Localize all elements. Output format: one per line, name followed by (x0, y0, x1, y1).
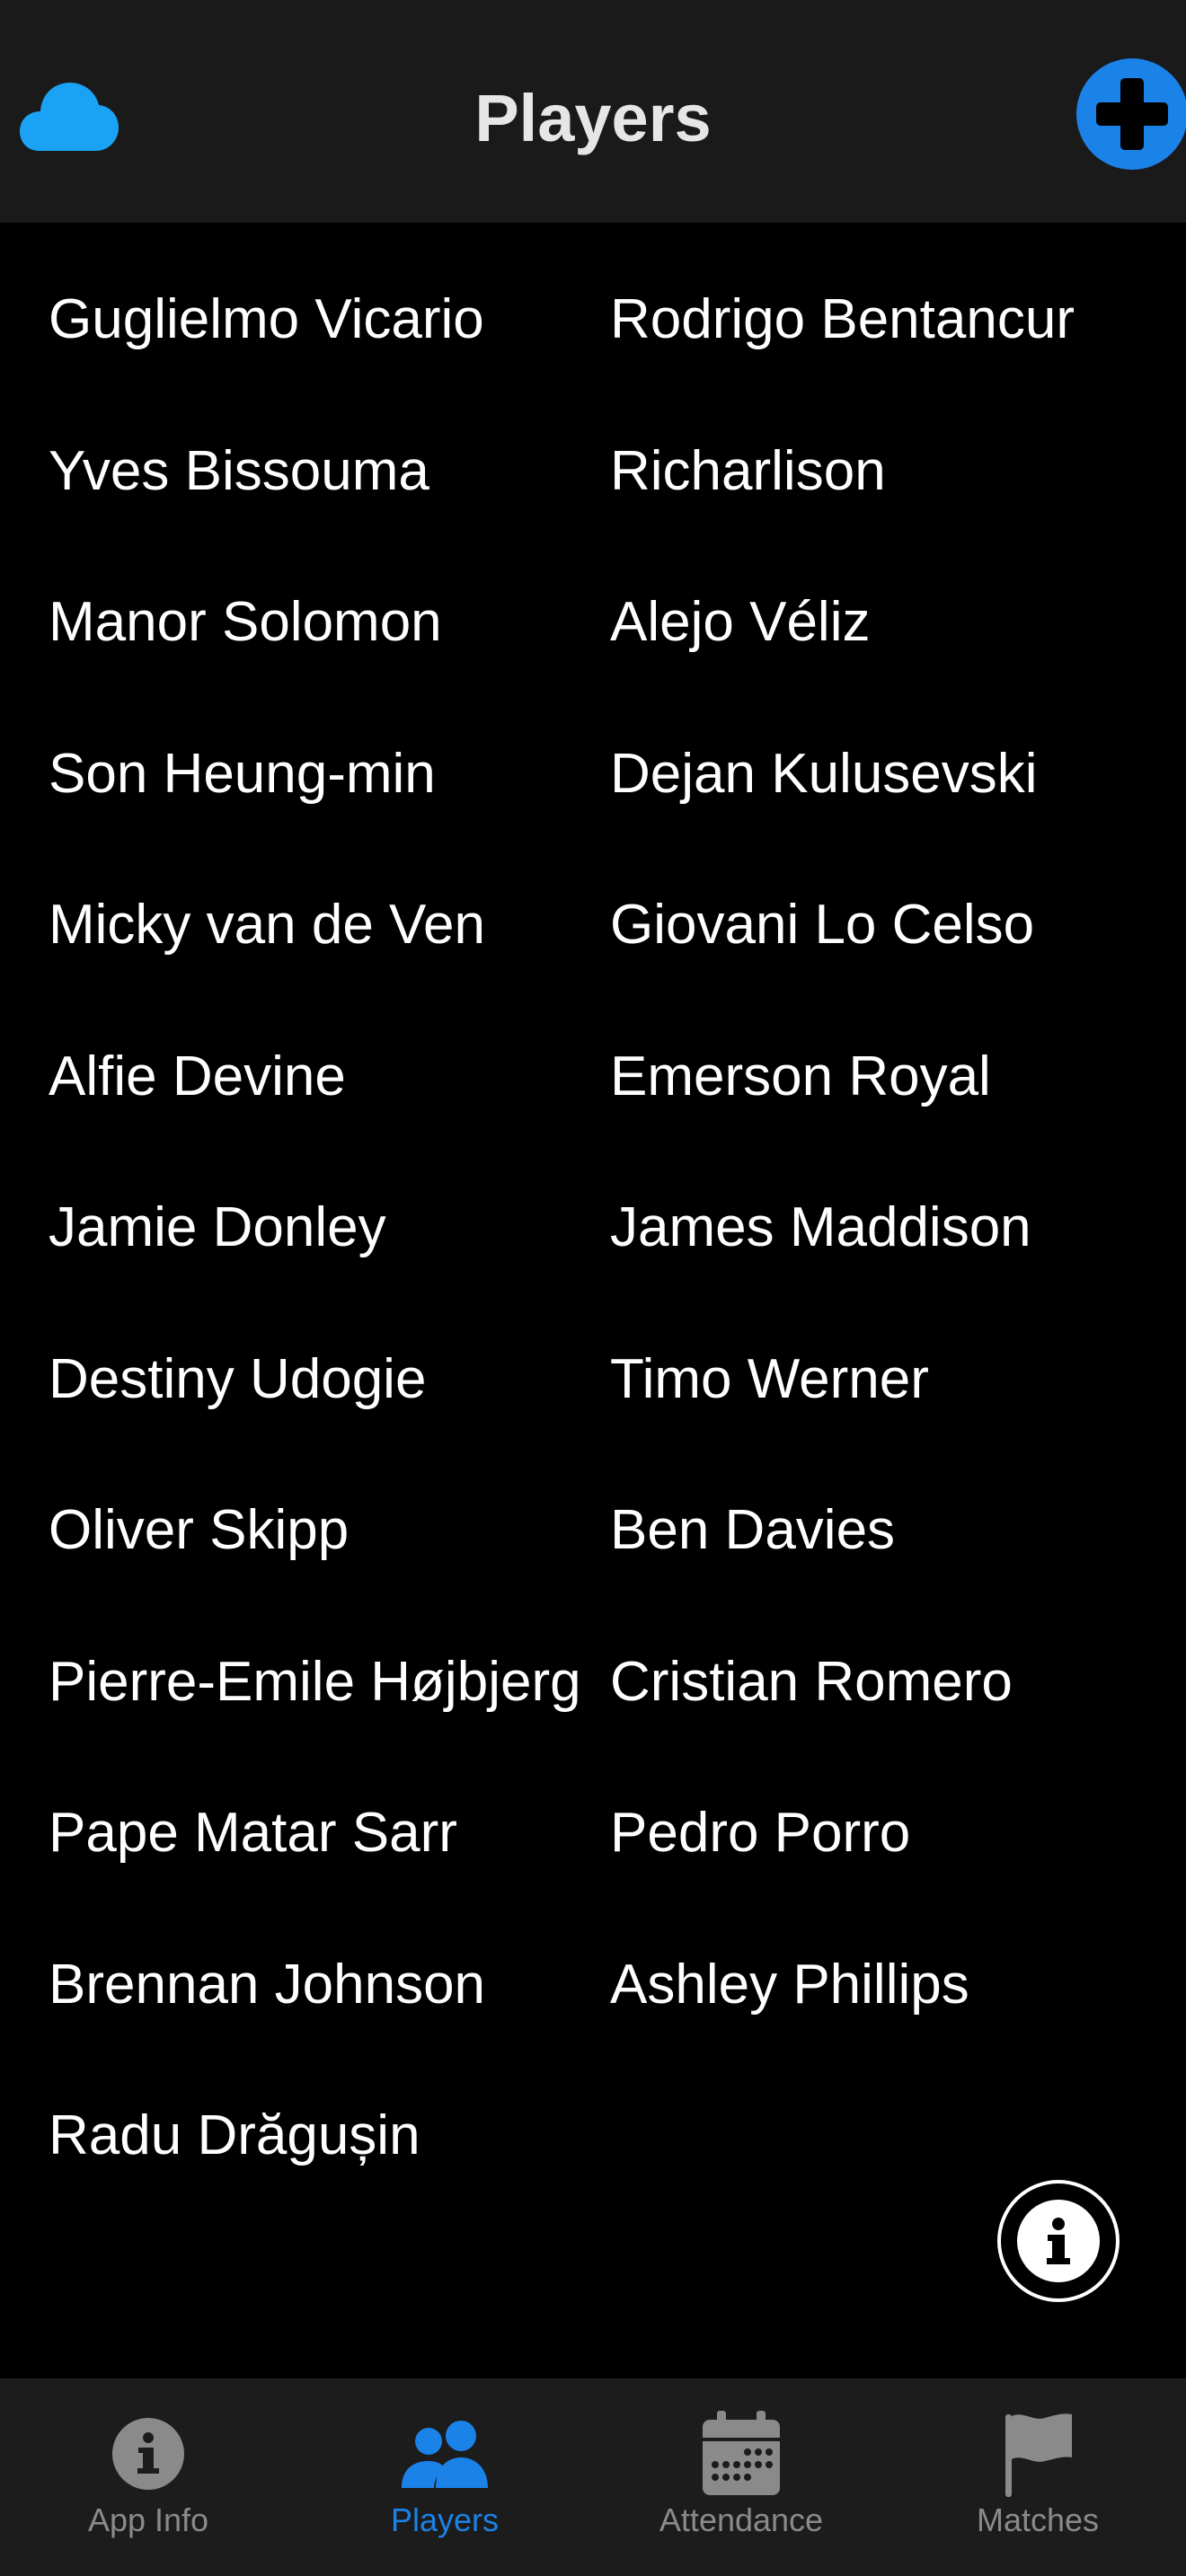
player-item[interactable]: Pedro Porro (610, 1783, 1149, 1935)
tab-label: Matches (976, 2501, 1100, 2538)
player-item[interactable]: Micky van de Ven (49, 875, 610, 1027)
player-item[interactable]: Guglielmo Vicario (49, 269, 610, 421)
player-item[interactable]: Oliver Skipp (49, 1480, 610, 1632)
flag-icon (890, 2409, 1186, 2499)
plus-circle-icon (1076, 58, 1186, 170)
calendar-icon (593, 2409, 890, 2499)
players-list: Guglielmo Vicario Rodrigo Bentancur Yves… (49, 269, 1163, 2237)
player-item[interactable]: Yves Bissouma (49, 421, 610, 573)
page-title: Players (474, 81, 712, 155)
player-item[interactable]: Timo Werner (610, 1329, 1149, 1481)
top-app-bar: Players (0, 0, 1186, 223)
tab-app-info[interactable]: App Info (0, 2378, 296, 2576)
info-floating-button[interactable] (996, 2174, 1121, 2308)
player-item[interactable]: Destiny Udogie (49, 1329, 610, 1481)
player-item[interactable]: Brennan Johnson (49, 1935, 610, 2086)
player-item[interactable]: Pierre-Emile Højbjerg (49, 1632, 610, 1784)
info-circle-icon (997, 2180, 1120, 2302)
tab-matches[interactable]: Matches (890, 2378, 1186, 2576)
player-item[interactable]: Richarlison (610, 421, 1149, 573)
tab-label: Attendance (659, 2501, 824, 2538)
tab-attendance[interactable]: Attendance (593, 2378, 890, 2576)
player-item[interactable]: Alfie Devine (49, 1027, 610, 1178)
player-item[interactable]: Rodrigo Bentancur (610, 269, 1149, 421)
player-item[interactable]: Giovani Lo Celso (610, 875, 1149, 1027)
player-item[interactable]: Alejo Véliz (610, 572, 1149, 724)
player-item[interactable]: Jamie Donley (49, 1178, 610, 1329)
info-icon (0, 2409, 296, 2499)
player-item[interactable]: Emerson Royal (610, 1027, 1149, 1178)
player-item[interactable]: Cristian Romero (610, 1632, 1149, 1784)
player-item[interactable]: Pape Matar Sarr (49, 1783, 610, 1935)
tab-label: App Info (87, 2501, 209, 2538)
tab-label: Players (390, 2501, 500, 2538)
player-item[interactable]: Son Heung-min (49, 724, 610, 876)
bottom-tab-bar: App Info Players Attendance Matches (0, 2378, 1186, 2576)
player-item[interactable]: Manor Solomon (49, 572, 610, 724)
tab-players[interactable]: Players (296, 2378, 593, 2576)
player-item[interactable]: James Maddison (610, 1178, 1149, 1329)
player-item[interactable]: Ben Davies (610, 1480, 1149, 1632)
add-player-button[interactable] (1076, 56, 1186, 172)
player-item[interactable]: Radu Drăgușin (49, 2086, 610, 2237)
people-icon (296, 2409, 593, 2499)
player-item[interactable]: Dejan Kulusevski (610, 724, 1149, 876)
player-item[interactable]: Ashley Phillips (610, 1935, 1149, 2086)
